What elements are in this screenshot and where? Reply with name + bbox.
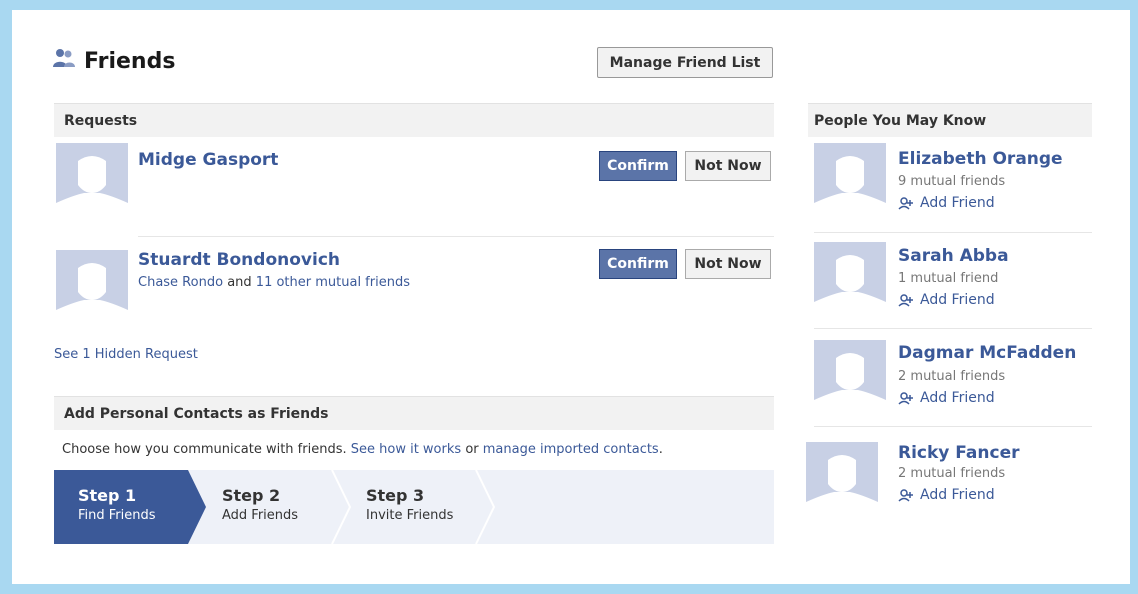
avatar[interactable]	[814, 340, 886, 412]
add-friend-label: Add Friend	[920, 390, 995, 406]
add-friend-label: Add Friend	[920, 292, 995, 308]
contacts-heading: Add Personal Contacts as Friends	[54, 396, 774, 430]
step-3-label: Step 3	[366, 486, 425, 505]
avatar[interactable]	[806, 442, 878, 514]
add-friend-link[interactable]: Add Friend	[898, 292, 995, 308]
step-2-label: Step 2	[222, 486, 281, 505]
add-friend-icon	[898, 293, 913, 307]
default-avatar-icon	[814, 340, 886, 412]
mutual-friend-link[interactable]: Chase Rondo	[138, 275, 223, 290]
mutual-and-text: and	[227, 275, 252, 290]
pymk-name[interactable]: Dagmar McFadden	[898, 343, 1076, 363]
default-avatar-icon	[806, 442, 878, 514]
default-avatar-icon	[814, 143, 886, 215]
see-hidden-request-link[interactable]: See 1 Hidden Request	[54, 347, 198, 362]
contacts-heading-text: Add Personal Contacts as Friends	[64, 405, 329, 422]
friends-icon	[52, 48, 84, 74]
add-friend-link[interactable]: Add Friend	[898, 487, 995, 503]
avatar[interactable]	[56, 250, 128, 322]
contacts-or-text: or	[465, 442, 479, 457]
page-title: Friends	[52, 48, 175, 74]
confirm-button[interactable]: Confirm	[599, 151, 677, 181]
pymk-mutual: 9 mutual friends	[898, 174, 1006, 189]
contacts-desc-prefix: Choose how you communicate with friends.	[62, 442, 347, 457]
request-name[interactable]: Midge Gasport	[138, 150, 278, 170]
see-how-it-works-link[interactable]: See how it works	[351, 442, 461, 457]
pymk-heading: People You May Know	[808, 103, 1092, 137]
manage-imported-contacts-link[interactable]: manage imported contacts	[483, 442, 659, 457]
step-2[interactable]: Step 2 Add Friends	[222, 486, 298, 523]
pymk-heading-text: People You May Know	[814, 112, 987, 129]
avatar[interactable]	[814, 242, 886, 314]
divider	[138, 236, 774, 237]
contacts-period: .	[658, 442, 663, 457]
add-friend-icon	[898, 488, 913, 502]
not-now-button[interactable]: Not Now	[685, 249, 771, 279]
mutual-friends-line: Chase Rondo and 11 other mutual friends	[138, 275, 410, 290]
add-friend-icon	[898, 391, 913, 405]
divider	[814, 426, 1092, 427]
divider	[814, 328, 1092, 329]
pymk-name[interactable]: Ricky Fancer	[898, 443, 1019, 463]
pymk-mutual: 1 mutual friend	[898, 271, 999, 286]
default-avatar-icon	[814, 242, 886, 314]
page-title-text: Friends	[84, 48, 176, 74]
pymk-name[interactable]: Sarah Abba	[898, 246, 1009, 266]
step-3[interactable]: Step 3 Invite Friends	[366, 486, 453, 523]
manage-friend-list-button[interactable]: Manage Friend List	[597, 47, 773, 78]
divider	[814, 232, 1092, 233]
steps-bar: Step 1 Find Friends Step 2 Add Friends S…	[54, 470, 774, 544]
requests-heading: Requests	[54, 103, 774, 137]
step-1-label: Step 1	[78, 486, 137, 505]
pymk-mutual: 2 mutual friends	[898, 369, 1006, 384]
other-mutual-friends-link[interactable]: 11 other mutual friends	[256, 275, 410, 290]
confirm-button[interactable]: Confirm	[599, 249, 677, 279]
requests-heading-text: Requests	[64, 112, 138, 129]
avatar[interactable]	[814, 143, 886, 215]
friends-page: Friends Manage Friend List Requests Midg…	[12, 10, 1130, 584]
add-friend-link[interactable]: Add Friend	[898, 195, 995, 211]
contacts-description: Choose how you communicate with friends.…	[62, 442, 663, 457]
add-friend-icon	[898, 196, 913, 210]
step-1-sub: Find Friends	[78, 508, 156, 523]
pymk-mutual: 2 mutual friends	[898, 466, 1006, 481]
step-2-sub: Add Friends	[222, 508, 299, 523]
default-avatar-icon	[56, 143, 128, 215]
add-friend-label: Add Friend	[920, 487, 995, 503]
request-name[interactable]: Stuardt Bondonovich	[138, 250, 340, 270]
pymk-name[interactable]: Elizabeth Orange	[898, 149, 1063, 169]
step-3-sub: Invite Friends	[366, 508, 454, 523]
step-1[interactable]: Step 1 Find Friends	[78, 486, 156, 523]
add-friend-label: Add Friend	[920, 195, 995, 211]
add-friend-link[interactable]: Add Friend	[898, 390, 995, 406]
avatar[interactable]	[56, 143, 128, 215]
default-avatar-icon	[56, 250, 128, 322]
not-now-button[interactable]: Not Now	[685, 151, 771, 181]
